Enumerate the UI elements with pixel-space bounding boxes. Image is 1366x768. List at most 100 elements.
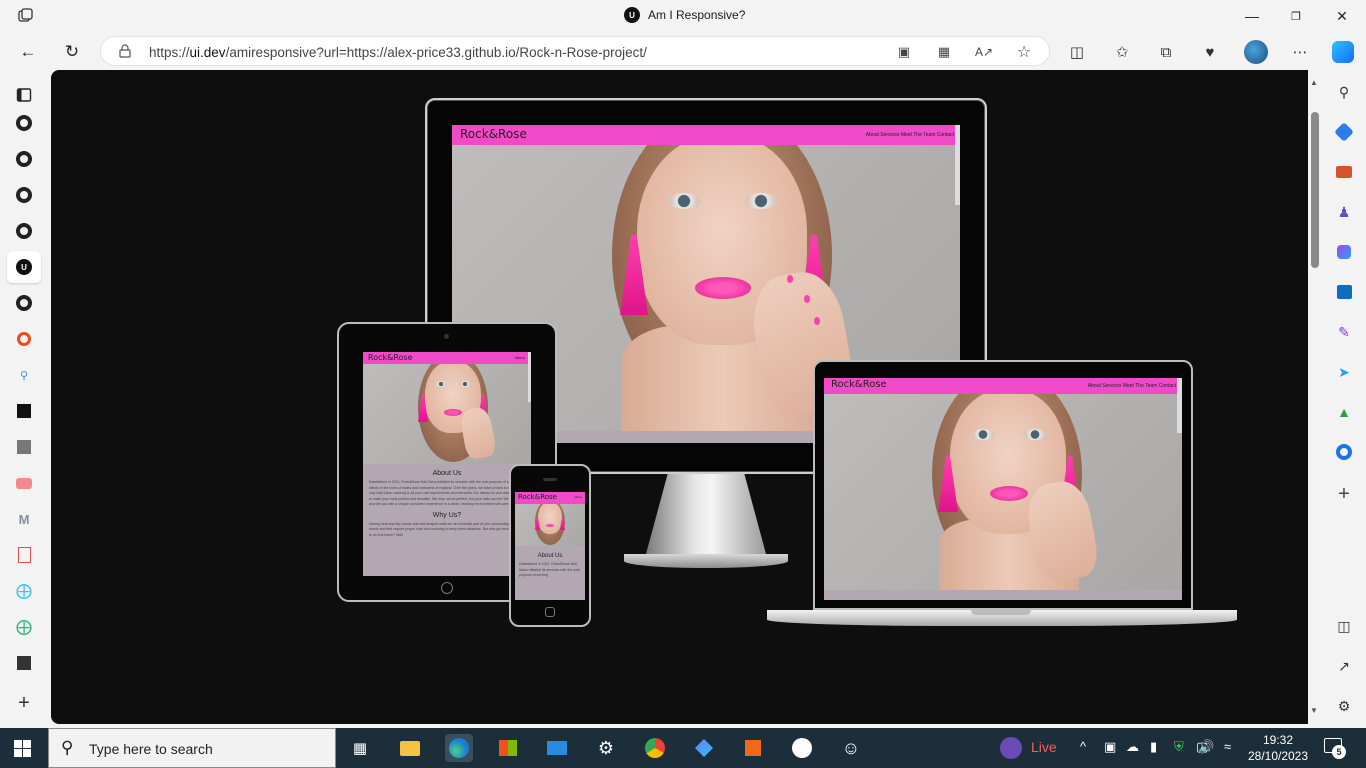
sidebar-games-icon[interactable]: ♟ xyxy=(1334,202,1354,222)
phone-about-section: About Us Established in 2011, Rock&Rose … xyxy=(515,546,585,600)
tray-onedrive-icon[interactable]: ☁ xyxy=(1126,739,1139,755)
edge-taskbar-icon[interactable] xyxy=(445,734,473,762)
taskbar-search-box[interactable]: ⚲ Type here to search xyxy=(48,728,336,768)
phone-menu-button[interactable]: Menu xyxy=(574,495,582,499)
profile-avatar[interactable] xyxy=(1244,40,1268,64)
laptop-site-nav-links[interactable]: About Services Meet The Team Contact xyxy=(1088,383,1176,389)
browser-essentials-icon[interactable]: ♥ xyxy=(1199,41,1221,63)
read-aloud-icon[interactable]: A↗ xyxy=(975,43,993,61)
copilot-taskbar-icon[interactable] xyxy=(690,734,718,762)
mail-icon[interactable] xyxy=(543,734,571,762)
sidebar-tools-icon[interactable] xyxy=(1334,162,1354,182)
tab-ui-dev-active[interactable]: U xyxy=(7,251,41,283)
minimize-button[interactable]: — xyxy=(1242,6,1262,26)
tab-slack-2-icon[interactable]: ⨁ xyxy=(14,617,34,637)
notification-center-button[interactable]: 5 xyxy=(1324,738,1346,759)
refresh-button[interactable]: ↻ xyxy=(61,41,83,63)
sidebar-designer-icon[interactable]: ✎ xyxy=(1334,322,1354,342)
scroll-up-arrow-icon[interactable]: ▲ xyxy=(1310,78,1318,87)
laptop-site-logo[interactable]: Rock&Rose xyxy=(831,379,887,390)
sidebar-search-icon[interactable]: ⚲ xyxy=(1334,82,1354,102)
clock-date: 28/10/2023 xyxy=(1247,749,1309,763)
desktop-monitor-stand xyxy=(646,474,766,554)
tab-pdf-icon[interactable] xyxy=(14,545,34,565)
tab-github-3-icon[interactable] xyxy=(14,185,34,205)
tray-meet-icon[interactable]: ▣ xyxy=(1104,739,1116,755)
live-weather-icon[interactable] xyxy=(1000,737,1022,759)
github-desktop-icon[interactable] xyxy=(788,734,816,762)
sidebar-microsoft365-icon[interactable] xyxy=(1334,242,1354,262)
tab-ring-icon[interactable] xyxy=(14,329,34,349)
phone-site-logo[interactable]: Rock&Rose xyxy=(518,493,557,501)
split-screen-icon[interactable]: ◫ xyxy=(1066,41,1088,63)
sidebar-send-icon[interactable]: ➤ xyxy=(1334,362,1354,382)
start-button[interactable] xyxy=(14,740,31,757)
copilot-icon[interactable] xyxy=(1332,41,1354,63)
desktop-site-logo[interactable]: Rock&Rose xyxy=(460,127,527,141)
phone-home-button[interactable] xyxy=(545,607,555,617)
tab-github-5-icon[interactable] xyxy=(14,293,34,313)
restore-button[interactable]: ❐ xyxy=(1286,6,1306,26)
tab-puzzle-icon[interactable] xyxy=(14,401,34,421)
tab-github-2-icon[interactable] xyxy=(14,149,34,169)
more-menu-icon[interactable]: ⋯ xyxy=(1289,41,1311,63)
chrome-icon[interactable] xyxy=(641,734,669,762)
windows-taskbar: ⚲ Type here to search ▦ ⚙ ☺ Live ^ ▣ ☁ ▮… xyxy=(0,728,1366,768)
scroll-down-arrow-icon[interactable]: ▼ xyxy=(1310,706,1318,715)
sidebar-outlook-icon[interactable] xyxy=(1334,282,1354,302)
back-button[interactable]: ← xyxy=(17,41,39,63)
address-bar[interactable]: https://ui.dev/amiresponsive?url=https:/… xyxy=(100,36,1050,66)
tab-search-icon[interactable]: ⚲ xyxy=(14,365,34,385)
tray-volume-icon[interactable]: 🔊 xyxy=(1198,739,1214,755)
tab-m-icon[interactable]: M xyxy=(14,509,34,529)
tab-github-4-icon[interactable] xyxy=(14,221,34,241)
favorites-icon[interactable]: ✩ xyxy=(1111,41,1133,63)
clock-time: 19:32 xyxy=(1262,733,1294,747)
desktop-site-scrollbar[interactable] xyxy=(955,125,960,205)
window-title: U Am I Responsive? xyxy=(624,7,745,23)
tablet-home-button[interactable] xyxy=(441,582,453,594)
tablet-site-scrollbar[interactable] xyxy=(528,352,531,402)
tab-github-1-icon[interactable] xyxy=(14,113,34,133)
close-button[interactable]: ✕ xyxy=(1332,6,1352,26)
new-tab-plus-icon[interactable]: + xyxy=(14,692,34,714)
scrollbar-thumb[interactable] xyxy=(1311,112,1319,268)
tablet-site-logo[interactable]: Rock&Rose xyxy=(368,353,413,362)
laptop-screen: Rock&Rose About Services Meet The Team C… xyxy=(824,378,1182,600)
sidebar-hide-panel-icon[interactable]: ◫ xyxy=(1334,616,1354,636)
microsoft-store-icon[interactable] xyxy=(494,734,522,762)
live-label[interactable]: Live xyxy=(1031,739,1057,755)
sidebar-tree-icon[interactable]: ▲ xyxy=(1334,402,1354,422)
settings-taskbar-icon[interactable]: ⚙ xyxy=(592,734,620,762)
tablet-why-text: Having neat and tidy hands with well-sha… xyxy=(369,521,522,537)
tray-wifi-icon[interactable]: ≈ xyxy=(1224,739,1231,754)
sidebar-c-icon[interactable] xyxy=(1334,442,1354,462)
sidebar-settings-icon[interactable]: ⚙ xyxy=(1334,696,1354,716)
tab-slack-1-icon[interactable]: ⨁ xyxy=(14,581,34,601)
tab-image-icon[interactable] xyxy=(14,437,34,457)
sidebar-add-icon[interactable]: + xyxy=(1334,483,1354,505)
tray-security-icon[interactable]: ⛨ xyxy=(1174,739,1184,755)
workspaces-icon[interactable] xyxy=(18,8,34,24)
cast-icon[interactable]: ▣ xyxy=(895,43,913,61)
tablet-menu-button[interactable]: Menu xyxy=(515,355,525,360)
desktop-site-nav-links[interactable]: About Services Meet The Team Contact xyxy=(866,132,954,138)
emoji-app-icon[interactable]: ☺ xyxy=(837,734,865,762)
sidebar-shopping-icon[interactable] xyxy=(1334,122,1354,142)
app-orange-icon[interactable] xyxy=(739,734,767,762)
task-view-icon[interactable]: ▦ xyxy=(346,734,374,762)
tab-actions-icon[interactable] xyxy=(14,85,34,105)
tab-youtube-icon[interactable] xyxy=(14,473,34,493)
taskbar-clock[interactable]: 19:32 28/10/2023 xyxy=(1246,732,1310,764)
tray-battery-icon[interactable]: ▮ xyxy=(1150,739,1157,755)
page-scrollbar[interactable]: ▲ ▼ xyxy=(1308,70,1322,724)
tab-crest-icon[interactable] xyxy=(14,653,34,673)
file-explorer-icon[interactable] xyxy=(396,734,424,762)
apps-grid-icon[interactable]: ▦ xyxy=(935,43,953,61)
collections-icon[interactable]: ⧉ xyxy=(1155,41,1177,63)
favorite-star-icon[interactable]: ☆ xyxy=(1015,43,1033,61)
laptop-site-scrollbar[interactable] xyxy=(1177,378,1182,433)
tablet-about-text: Established in 2011, Rock&Rose Nail Salo… xyxy=(369,480,525,506)
tray-overflow-chevron-icon[interactable]: ^ xyxy=(1080,739,1086,754)
sidebar-open-external-icon[interactable]: ↗ xyxy=(1334,656,1354,676)
